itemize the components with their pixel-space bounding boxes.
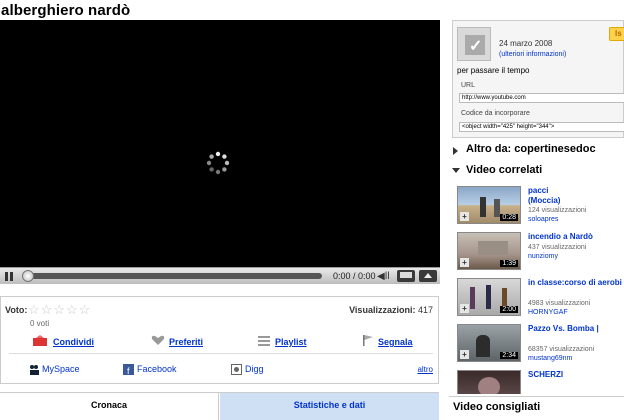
related-views: 437 visualizzazioni bbox=[528, 244, 587, 251]
more-info-link[interactable]: (ulteriori informazioni) bbox=[499, 51, 566, 58]
url-field[interactable]: http://www.youtube.com bbox=[459, 93, 624, 103]
video-thumbnail[interactable]: + 2:00 bbox=[457, 278, 521, 316]
duration-badge: 2:00 bbox=[500, 306, 518, 313]
list-item[interactable]: + 2:00 in classe:corso di aerobi 4983 vi… bbox=[455, 274, 624, 318]
related-title[interactable]: SCHERZI bbox=[528, 370, 563, 380]
player-controls: 0:00 / 0:00 ◀ǀǀ bbox=[0, 267, 440, 284]
add-icon[interactable]: + bbox=[460, 304, 469, 313]
progress-bar[interactable] bbox=[22, 273, 322, 279]
myspace-link[interactable]: MySpace bbox=[42, 364, 80, 374]
more-share-link[interactable]: altro bbox=[417, 365, 433, 374]
screen-size-button[interactable] bbox=[397, 270, 415, 282]
playlist-icon bbox=[258, 336, 270, 346]
add-icon[interactable]: + bbox=[460, 258, 469, 267]
views-label: Visualizzazioni: bbox=[349, 305, 416, 315]
list-item[interactable]: + 0:28 pacci (Moccia) 124 visualizzazion… bbox=[455, 182, 624, 226]
video-info-panel: Voto: ☆☆☆☆☆ 0 voti Visualizzazioni: 417 … bbox=[0, 296, 439, 384]
tab-cronaca[interactable]: Cronaca bbox=[0, 393, 219, 420]
building-shape bbox=[478, 241, 508, 255]
facebook-icon: f bbox=[123, 364, 134, 375]
list-item[interactable]: SCHERZI bbox=[455, 366, 624, 394]
add-icon[interactable]: + bbox=[460, 212, 469, 221]
share-button[interactable]: Condividi bbox=[53, 337, 94, 347]
related-title[interactable]: incendio a Nardò bbox=[528, 232, 593, 242]
related-user[interactable]: HORNYGAF bbox=[528, 309, 568, 316]
heart-icon bbox=[151, 335, 165, 345]
fullscreen-button[interactable] bbox=[419, 270, 437, 282]
figure-shape bbox=[486, 285, 491, 309]
related-title[interactable]: Pazzo Vs. Bomba | bbox=[528, 324, 599, 334]
add-icon[interactable]: + bbox=[460, 350, 469, 359]
flag-button[interactable]: Segnala bbox=[378, 337, 413, 347]
figure-shape bbox=[494, 199, 500, 217]
related-title[interactable]: pacci bbox=[528, 186, 548, 196]
duration-badge: 1:39 bbox=[500, 260, 518, 267]
video-title: alberghiero nardò bbox=[1, 2, 131, 19]
digg-icon bbox=[231, 364, 242, 375]
related-user[interactable]: mustang69nm bbox=[528, 355, 572, 362]
upload-date: 24 marzo 2008 bbox=[499, 39, 553, 48]
related-header[interactable]: Video correlati bbox=[466, 164, 542, 176]
url-label: URL bbox=[461, 82, 476, 89]
collapse-arrow-icon[interactable] bbox=[452, 168, 460, 173]
more-from-header[interactable]: Altro da: copertinesedoc bbox=[466, 143, 596, 155]
figure-shape bbox=[480, 197, 486, 217]
figure-shape bbox=[476, 335, 490, 357]
list-item[interactable]: + 2:34 Pazzo Vs. Bomba | 68357 visualizz… bbox=[455, 320, 624, 364]
subscribe-button[interactable]: Is bbox=[609, 27, 624, 41]
playlist-button[interactable]: Playlist bbox=[275, 337, 307, 347]
related-user[interactable]: nunziomy bbox=[528, 253, 558, 260]
facebook-link[interactable]: Facebook bbox=[137, 364, 177, 374]
rating-stars[interactable]: ☆☆☆☆☆ bbox=[28, 302, 91, 318]
views-value: 417 bbox=[417, 305, 433, 315]
recommended-header: Video consigliati bbox=[453, 401, 541, 413]
time-display: 0:00 / 0:00 bbox=[333, 271, 376, 281]
related-views: 4983 visualizzazioni bbox=[528, 300, 591, 307]
video-thumbnail[interactable] bbox=[457, 370, 521, 394]
face-shape bbox=[478, 377, 500, 394]
channel-info-box: 24 marzo 2008 (ulteriori informazioni) I… bbox=[452, 20, 624, 138]
duration-badge: 2:34 bbox=[500, 352, 518, 359]
loading-spinner-icon bbox=[206, 151, 230, 175]
related-views: 68357 visualizzazioni bbox=[528, 346, 595, 353]
video-description: per passare il tempo bbox=[457, 66, 530, 75]
info-tabs: Cronaca Statistiche e dati bbox=[0, 392, 439, 420]
vote-count: 0 voti bbox=[30, 319, 50, 328]
myspace-icon bbox=[30, 365, 39, 375]
pause-icon[interactable] bbox=[3, 271, 15, 282]
video-thumbnail[interactable]: + 0:28 bbox=[457, 186, 521, 224]
duration-badge: 0:28 bbox=[500, 214, 518, 221]
related-views: 124 visualizzazioni bbox=[528, 207, 587, 214]
related-title-line2[interactable]: (Moccia) bbox=[528, 196, 560, 206]
scrubber-handle[interactable] bbox=[22, 270, 34, 282]
flag-icon bbox=[363, 335, 373, 346]
divider bbox=[449, 396, 624, 397]
share-icon bbox=[33, 335, 47, 346]
view-count: Visualizzazioni: 417 bbox=[349, 305, 433, 315]
digg-link[interactable]: Digg bbox=[245, 364, 264, 374]
video-player[interactable] bbox=[0, 20, 440, 284]
related-user[interactable]: soloapres bbox=[528, 216, 558, 223]
rating-label: Voto: bbox=[5, 305, 28, 315]
expand-arrow-icon[interactable] bbox=[453, 147, 458, 155]
figure-shape bbox=[470, 287, 475, 309]
divider bbox=[9, 353, 433, 354]
related-title[interactable]: in classe:corso di aerobi bbox=[528, 278, 622, 288]
video-thumbnail[interactable]: + 1:39 bbox=[457, 232, 521, 270]
video-thumbnail[interactable]: + 2:34 bbox=[457, 324, 521, 362]
avatar[interactable] bbox=[457, 27, 491, 61]
list-item[interactable]: + 1:39 incendio a Nardò 437 visualizzazi… bbox=[455, 228, 624, 272]
embed-label: Codice da incorporare bbox=[461, 110, 530, 117]
favorites-button[interactable]: Preferiti bbox=[169, 337, 203, 347]
embed-field[interactable]: <object width="425" height="344"> bbox=[459, 122, 624, 132]
related-videos-list: + 0:28 pacci (Moccia) 124 visualizzazion… bbox=[455, 182, 624, 394]
tab-statistiche[interactable]: Statistiche e dati bbox=[220, 393, 439, 420]
volume-icon[interactable]: ◀ǀǀ bbox=[377, 271, 390, 282]
